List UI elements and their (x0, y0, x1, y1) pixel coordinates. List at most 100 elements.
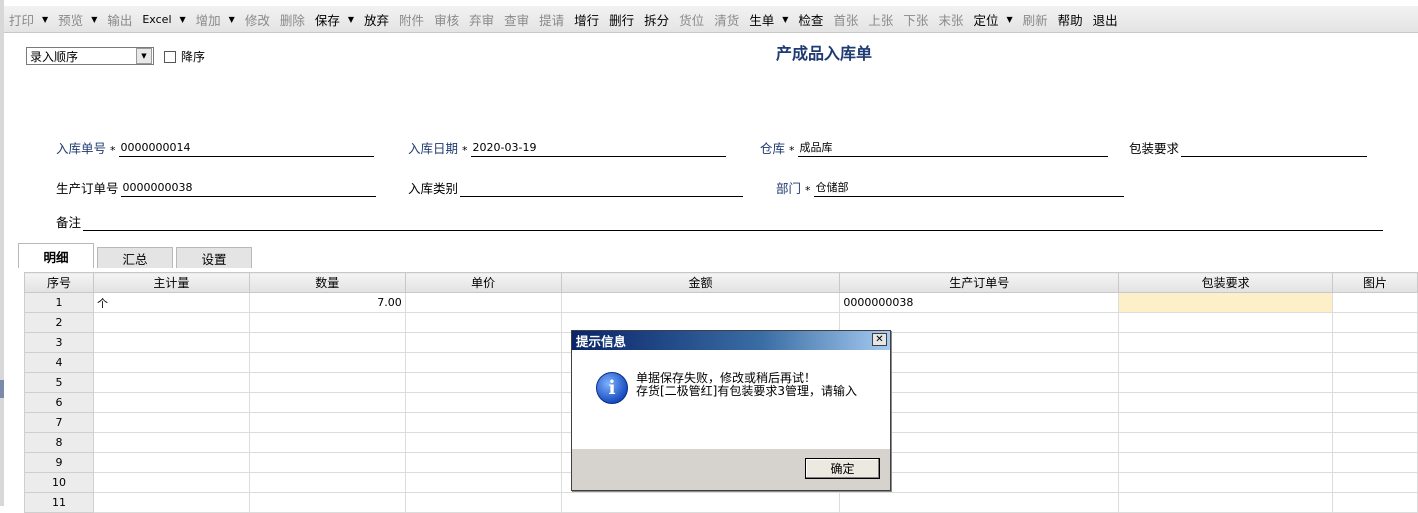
tab-1[interactable]: 汇总 (97, 247, 173, 268)
table-cell[interactable] (248, 432, 406, 453)
close-icon[interactable]: ✕ (872, 333, 887, 346)
caret-down-icon[interactable]: ▼ (229, 15, 235, 24)
warehouse-input[interactable]: 成品库 (797, 141, 1108, 157)
table-cell[interactable] (1118, 332, 1334, 353)
table-cell[interactable] (1118, 352, 1334, 373)
table-cell[interactable] (1118, 472, 1334, 493)
table-cell[interactable] (1118, 432, 1334, 453)
toolbar-button-10[interactable]: 审核 (429, 8, 464, 30)
toolbar-button-24[interactable]: 末张 (933, 8, 968, 30)
column-header-1[interactable]: 主计量 (92, 272, 250, 293)
table-cell[interactable] (404, 492, 562, 513)
table-cell[interactable] (248, 372, 406, 393)
table-cell[interactable] (404, 312, 562, 333)
toolbar-button-3[interactable]: Excel ▼ (137, 8, 190, 30)
table-cell[interactable] (248, 492, 406, 513)
table-cell[interactable] (92, 452, 250, 473)
table-row[interactable]: 1 个 7.00 0000000038 (24, 292, 1418, 313)
table-cell[interactable] (248, 332, 406, 353)
toolbar-button-4[interactable]: 增加 ▼ (191, 8, 240, 30)
table-cell[interactable] (92, 372, 250, 393)
column-header-4[interactable]: 金额 (560, 272, 841, 293)
table-cell[interactable] (404, 372, 562, 393)
receipt-no-input[interactable]: 0000000014 (118, 141, 374, 157)
table-cell[interactable] (92, 352, 250, 373)
toolbar-button-28[interactable]: 退出 (1088, 8, 1123, 30)
table-cell[interactable]: 个 (92, 292, 250, 313)
toolbar-button-12[interactable]: 查审 (499, 8, 534, 30)
column-header-5[interactable]: 生产订单号 (839, 272, 1120, 293)
table-cell[interactable] (1118, 372, 1334, 393)
chevron-down-icon[interactable]: ▼ (136, 48, 152, 64)
caret-down-icon[interactable]: ▼ (180, 15, 186, 24)
table-cell[interactable] (1118, 452, 1334, 473)
table-cell[interactable] (404, 332, 562, 353)
table-cell[interactable] (560, 492, 841, 513)
table-cell[interactable] (92, 312, 250, 333)
toolbar-button-18[interactable]: 清货 (709, 8, 744, 30)
table-cell[interactable] (248, 452, 406, 473)
table-cell[interactable] (1332, 372, 1418, 393)
toolbar-button-22[interactable]: 上张 (863, 8, 898, 30)
toolbar-button-13[interactable]: 提请 (534, 8, 569, 30)
table-cell[interactable] (839, 492, 1120, 513)
toolbar-button-2[interactable]: 输出 (102, 8, 137, 30)
table-cell[interactable] (92, 412, 250, 433)
table-cell[interactable] (1332, 492, 1418, 513)
receipt-date-input[interactable]: 2020-03-19 (470, 141, 726, 157)
toolbar-button-17[interactable]: 货位 (674, 8, 709, 30)
column-header-6[interactable]: 包装要求 (1118, 272, 1334, 293)
table-cell[interactable] (1118, 412, 1334, 433)
table-cell[interactable] (404, 292, 562, 313)
toolbar-button-7[interactable]: 保存 ▼ (310, 8, 359, 30)
table-cell[interactable] (248, 412, 406, 433)
department-input[interactable]: 仓储部 (813, 181, 1124, 197)
toolbar-button-0[interactable]: 打印 ▼ (4, 8, 53, 30)
table-cell[interactable] (1332, 452, 1418, 473)
toolbar-button-20[interactable]: 检查 (793, 8, 828, 30)
caret-down-icon[interactable]: ▼ (42, 15, 48, 24)
tab-2[interactable]: 设置 (176, 247, 252, 268)
table-cell[interactable] (248, 472, 406, 493)
dialog-title-bar[interactable]: 提示信息 ✕ (572, 331, 890, 350)
toolbar-button-11[interactable]: 弃审 (464, 8, 499, 30)
table-cell[interactable] (1118, 392, 1334, 413)
table-cell[interactable] (1332, 432, 1418, 453)
toolbar-button-1[interactable]: 预览 ▼ (53, 8, 102, 30)
ok-button[interactable]: 确定 (805, 458, 880, 479)
toolbar-button-16[interactable]: 拆分 (639, 8, 674, 30)
caret-down-icon[interactable]: ▼ (91, 15, 97, 24)
table-cell[interactable] (1332, 352, 1418, 373)
sort-order-select[interactable]: 录入顺序 ▼ (26, 47, 154, 65)
table-cell[interactable] (92, 472, 250, 493)
remark-input[interactable] (83, 215, 1384, 231)
toolbar-button-8[interactable]: 放弃 (359, 8, 394, 30)
table-cell[interactable] (560, 292, 841, 313)
receipt-type-input[interactable] (460, 181, 744, 197)
toolbar-button-21[interactable]: 首张 (828, 8, 863, 30)
tab-0[interactable]: 明细 (18, 243, 94, 268)
toolbar-button-19[interactable]: 生单 ▼ (744, 8, 793, 30)
table-cell[interactable] (1332, 312, 1418, 333)
column-header-3[interactable]: 单价 (404, 272, 562, 293)
table-row[interactable]: 11 (24, 492, 1418, 513)
table-cell[interactable]: 7.00 (248, 292, 406, 313)
table-cell[interactable] (404, 452, 562, 473)
table-cell[interactable] (1332, 292, 1418, 313)
table-cell[interactable] (1332, 472, 1418, 493)
table-cell[interactable] (404, 392, 562, 413)
toolbar-button-6[interactable]: 删除 (275, 8, 310, 30)
table-cell[interactable] (404, 472, 562, 493)
caret-down-icon[interactable]: ▼ (348, 15, 354, 24)
column-header-2[interactable]: 数量 (248, 272, 406, 293)
toolbar-button-15[interactable]: 删行 (604, 8, 639, 30)
table-cell[interactable] (404, 432, 562, 453)
checkbox-box[interactable] (164, 50, 176, 63)
table-cell[interactable] (248, 352, 406, 373)
table-cell[interactable] (1118, 292, 1334, 313)
table-cell[interactable] (1118, 312, 1334, 333)
descending-checkbox[interactable]: 降序 (164, 48, 205, 65)
packing-input[interactable] (1181, 141, 1368, 157)
table-cell[interactable] (92, 492, 250, 513)
table-cell[interactable]: 0000000038 (839, 292, 1120, 313)
